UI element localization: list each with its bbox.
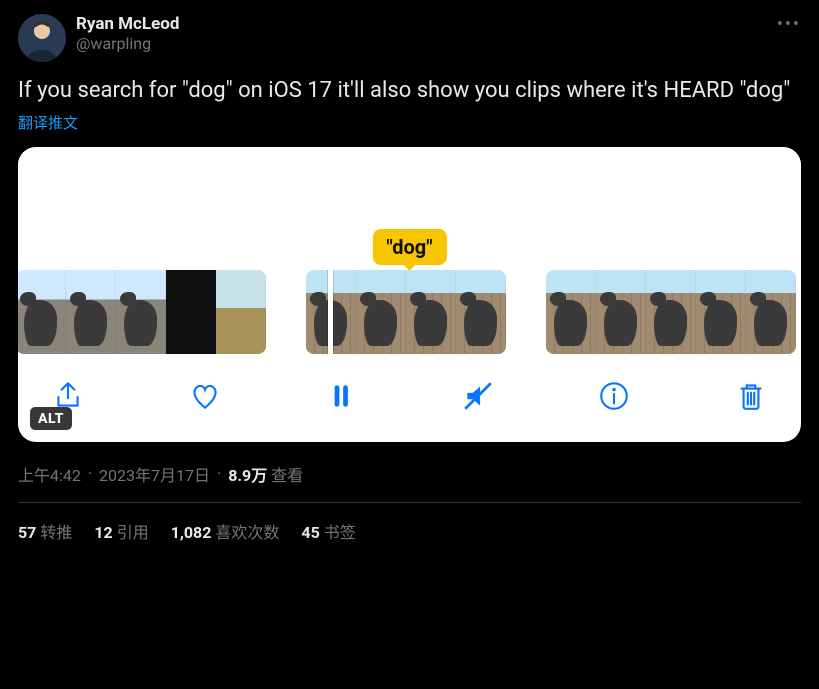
views-count: 8.9万 <box>228 462 267 486</box>
bookmarks-label: 书签 <box>324 523 356 542</box>
clip-group-3[interactable] <box>546 270 796 354</box>
info-button[interactable] <box>594 376 634 416</box>
clip-group-2[interactable] <box>306 270 506 354</box>
tweet-date[interactable]: 2023年7月17日 <box>99 462 210 486</box>
video-frame <box>646 270 696 354</box>
bookmarks-stat[interactable]: 45 书签 <box>301 519 355 543</box>
media-card: "dog" <box>18 147 801 442</box>
video-frame <box>356 270 406 354</box>
views-label: 查看 <box>271 462 303 486</box>
caption-bubble: "dog" <box>372 229 446 265</box>
trash-button[interactable] <box>731 376 771 416</box>
heart-button[interactable] <box>185 376 225 416</box>
video-frame <box>166 270 216 354</box>
playhead[interactable] <box>328 270 333 354</box>
likes-stat[interactable]: 1,082喜欢次数 <box>171 519 280 543</box>
pause-button[interactable] <box>321 376 361 416</box>
author-names: Ryan McLeod @warpling <box>76 14 179 53</box>
more-button[interactable]: ••• <box>777 14 801 35</box>
video-frame <box>406 270 456 354</box>
translate-link[interactable]: 翻译推文 <box>18 112 78 133</box>
video-frame <box>546 270 596 354</box>
tweet-time[interactable]: 上午4:42 <box>18 462 81 486</box>
quotes-stat[interactable]: 12 引用 <box>94 519 148 543</box>
caption-text: "dog" <box>386 235 432 259</box>
video-frame <box>696 270 746 354</box>
retweets-stat[interactable]: 57转推 <box>18 519 72 543</box>
video-frame <box>66 270 116 354</box>
tweet-container: Ryan McLeod @warpling ••• If you search … <box>0 0 819 557</box>
quotes-label: 引用 <box>117 523 149 542</box>
video-frame <box>456 270 506 354</box>
tweet-header: Ryan McLeod @warpling ••• <box>18 14 801 62</box>
media-toolbar <box>18 354 801 442</box>
meta-separator: · <box>88 464 92 483</box>
video-frame <box>746 270 796 354</box>
retweets-label: 转推 <box>40 523 72 542</box>
alt-badge[interactable]: ALT <box>30 407 72 430</box>
alt-badge-text: ALT <box>38 411 64 427</box>
video-frame <box>216 270 266 354</box>
quotes-count: 12 <box>94 523 112 542</box>
handle[interactable]: @warpling <box>76 34 179 53</box>
tweet-meta: 上午4:42 · 2023年7月17日 · 8.9万 查看 <box>18 462 801 486</box>
video-frame <box>18 270 66 354</box>
video-frame <box>596 270 646 354</box>
display-name[interactable]: Ryan McLeod <box>76 14 179 34</box>
tweet-text: If you search for "dog" on iOS 17 it'll … <box>18 76 801 106</box>
media-whitespace <box>18 147 801 224</box>
clip-group-1[interactable] <box>18 270 266 354</box>
bookmarks-count: 45 <box>301 523 319 542</box>
meta-separator: · <box>217 464 221 483</box>
avatar[interactable] <box>18 14 66 62</box>
stats-row: 57转推 12 引用 1,082喜欢次数 45 书签 <box>18 503 801 557</box>
mute-button[interactable] <box>458 376 498 416</box>
retweets-count: 57 <box>18 523 36 542</box>
likes-count: 1,082 <box>171 523 212 542</box>
video-frame <box>116 270 166 354</box>
video-timeline[interactable] <box>18 270 801 354</box>
likes-label: 喜欢次数 <box>215 523 279 542</box>
